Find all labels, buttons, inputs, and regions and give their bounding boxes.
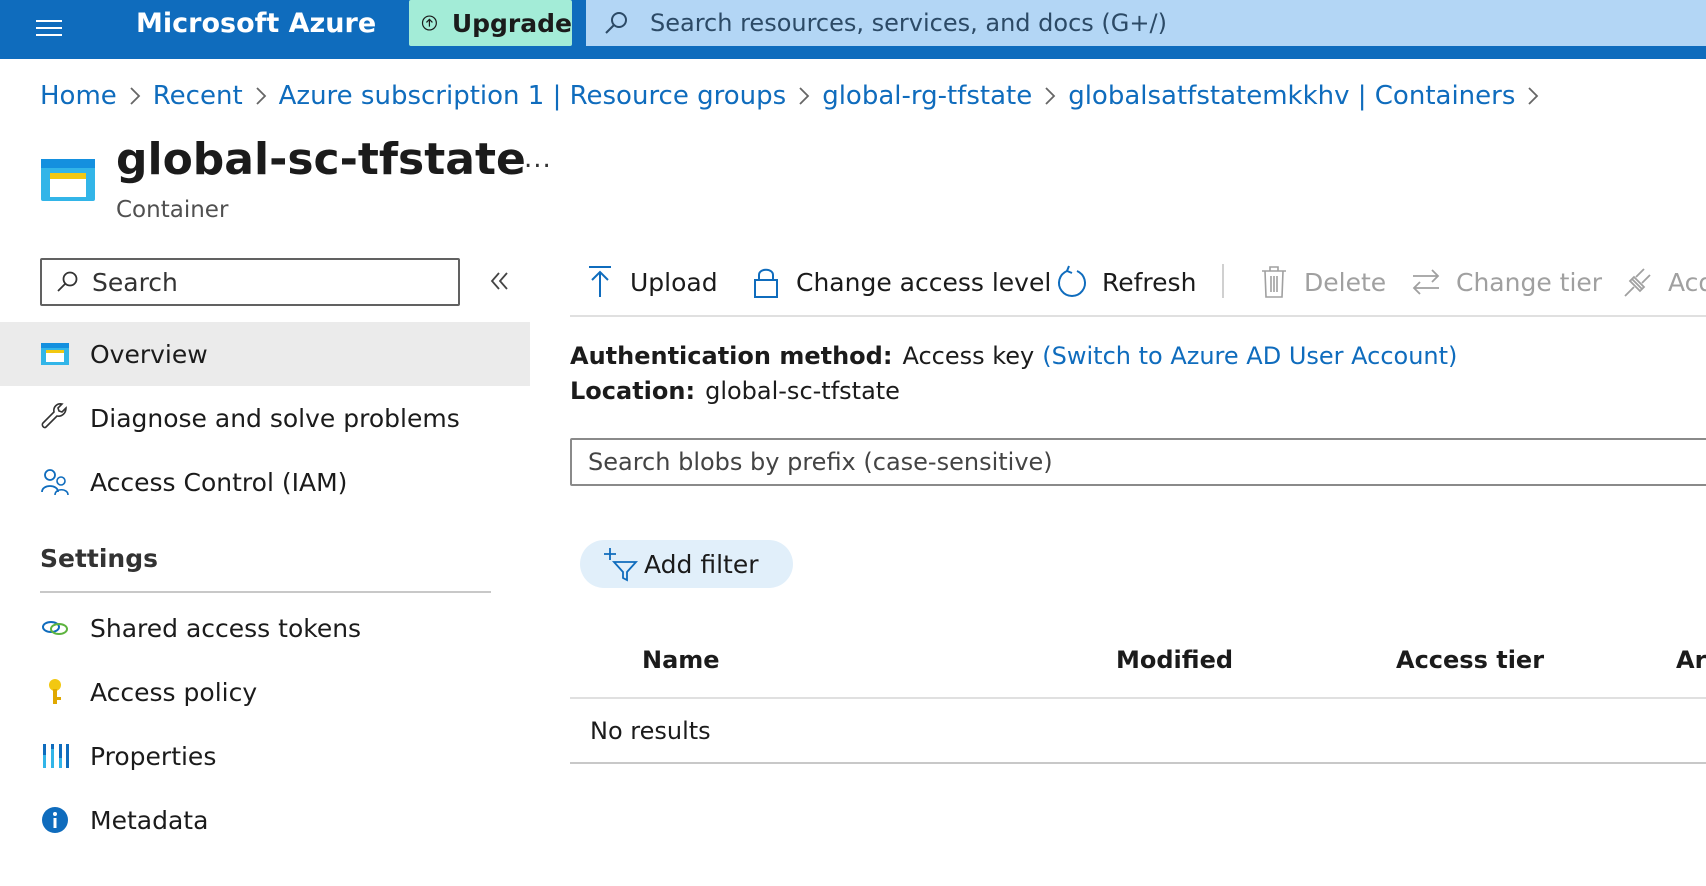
change-tier-button[interactable]: Change tier <box>1410 260 1602 304</box>
table-bottom-divider <box>570 762 1706 764</box>
upload-label: Upload <box>630 267 718 297</box>
column-header-name[interactable]: Name <box>642 646 720 674</box>
upgrade-arrow-icon <box>421 15 437 31</box>
breadcrumb-resource-groups[interactable]: Azure subscription 1 | Resource groups <box>279 81 787 111</box>
location-label: Location: <box>570 377 696 405</box>
breadcrumb-storage-account[interactable]: globalsatfstatemkkhv | Containers <box>1068 81 1515 111</box>
global-search-input[interactable]: Search resources, services, and docs (G+… <box>586 0 1706 46</box>
upgrade-label: Upgrade <box>451 8 572 38</box>
refresh-icon <box>1058 265 1086 297</box>
trash-icon <box>1262 266 1286 298</box>
section-divider <box>40 591 491 593</box>
column-header-access-tier[interactable]: Access tier <box>1396 646 1544 674</box>
people-icon <box>41 469 69 496</box>
nav-item-diagnose[interactable]: Diagnose and solve problems <box>0 386 530 450</box>
info-icon <box>42 807 68 833</box>
add-filter-icon <box>604 548 638 582</box>
nav-item-label: Access Control (IAM) <box>90 467 348 497</box>
refresh-label: Refresh <box>1102 267 1197 297</box>
container-icon <box>41 343 69 365</box>
change-tier-label: Change tier <box>1456 267 1603 297</box>
nav-item-overview[interactable]: Overview <box>0 322 530 386</box>
delete-button[interactable]: Delete <box>1258 260 1386 304</box>
nav-item-properties[interactable]: Properties <box>0 724 530 788</box>
change-access-level-button[interactable]: Change access level <box>750 260 1051 304</box>
table-header-divider <box>570 697 1706 699</box>
nav-item-iam[interactable]: Access Control (IAM) <box>0 450 530 514</box>
column-header-archive-status[interactable]: Ar <box>1676 646 1706 674</box>
breadcrumb-resource-group[interactable]: global-rg-tfstate <box>822 81 1032 111</box>
acquire-lease-label: Acq <box>1668 267 1706 297</box>
blob-prefix-search-input[interactable]: Search blobs by prefix (case-sensitive) <box>570 438 1706 486</box>
add-filter-label: Add filter <box>644 549 759 579</box>
blob-search-placeholder: Search blobs by prefix (case-sensitive) <box>588 448 1053 476</box>
column-header-modified[interactable]: Modified <box>1116 646 1233 674</box>
breadcrumb-home[interactable]: Home <box>40 81 117 111</box>
swap-arrows-icon <box>1412 269 1440 295</box>
auth-method-row: Authentication method: Access key (Switch … <box>570 342 1457 370</box>
menu-icon[interactable] <box>28 8 68 48</box>
nav-item-label: Properties <box>90 741 217 771</box>
top-bar: Microsoft Azure Upgrade Search resources… <box>0 0 1706 59</box>
breadcrumb: Home Recent Azure subscription 1 | Resou… <box>40 78 1551 114</box>
search-icon <box>605 12 627 34</box>
more-options-button[interactable]: ... <box>524 144 552 174</box>
chevron-right-icon <box>786 86 822 106</box>
location-row: Location: global-sc-tfstate <box>570 377 900 405</box>
command-bar: Upload Change access level Refresh Delet… <box>570 260 1706 304</box>
chevron-right-icon <box>117 86 153 106</box>
nav-item-access-policy[interactable]: Access policy <box>0 660 530 724</box>
nav-search-placeholder: Search <box>92 267 178 297</box>
nav-item-label: Metadata <box>90 805 209 835</box>
upload-icon <box>589 266 611 297</box>
portal-brand[interactable]: Microsoft Azure <box>136 4 376 44</box>
location-value: global-sc-tfstate <box>705 377 900 405</box>
breadcrumb-recent[interactable]: Recent <box>153 81 243 111</box>
resource-type: Container <box>116 197 229 223</box>
wrench-icon <box>41 403 67 429</box>
nav-item-label: Shared access tokens <box>90 613 362 643</box>
search-icon <box>57 271 78 292</box>
global-search-placeholder: Search resources, services, and docs (G+… <box>650 9 1167 37</box>
acquire-lease-button[interactable]: Acq <box>1622 260 1706 304</box>
settings-section-title: Settings <box>40 544 159 573</box>
nav-item-label: Overview <box>90 339 208 369</box>
add-filter-button[interactable]: Add filter <box>580 540 793 588</box>
lock-icon <box>754 268 778 298</box>
auth-method-label: Authentication method: <box>570 342 893 370</box>
nav-item-shared-access-tokens[interactable]: Shared access tokens <box>0 596 530 660</box>
auth-method-value: Access key <box>902 342 1035 370</box>
link-icon <box>42 621 68 635</box>
switch-auth-link[interactable]: (Switch to Azure AD User Account) <box>1042 342 1457 370</box>
upload-button[interactable]: Upload <box>584 260 718 304</box>
toolbar-divider <box>570 315 1706 317</box>
key-icon <box>49 679 61 704</box>
bars-icon <box>43 744 69 768</box>
nav-search-input[interactable]: Search <box>40 258 460 306</box>
empty-results-message: No results <box>590 717 711 745</box>
nav-item-metadata[interactable]: Metadata <box>0 788 530 852</box>
change-access-level-label: Change access level <box>796 267 1052 297</box>
toolbar-separator <box>1222 264 1224 298</box>
refresh-button[interactable]: Refresh <box>1056 260 1196 304</box>
plug-icon <box>1624 268 1651 297</box>
chevron-right-icon <box>1515 86 1551 106</box>
chevron-right-icon <box>243 86 279 106</box>
container-resource-icon <box>41 159 95 201</box>
delete-label: Delete <box>1304 267 1387 297</box>
nav-item-label: Diagnose and solve problems <box>90 403 460 433</box>
page-title: global-sc-tfstate <box>116 134 526 185</box>
nav-item-label: Access policy <box>90 677 258 707</box>
upgrade-button[interactable]: Upgrade <box>409 0 572 46</box>
collapse-menu-icon[interactable] <box>484 266 514 296</box>
chevron-right-icon <box>1032 86 1068 106</box>
